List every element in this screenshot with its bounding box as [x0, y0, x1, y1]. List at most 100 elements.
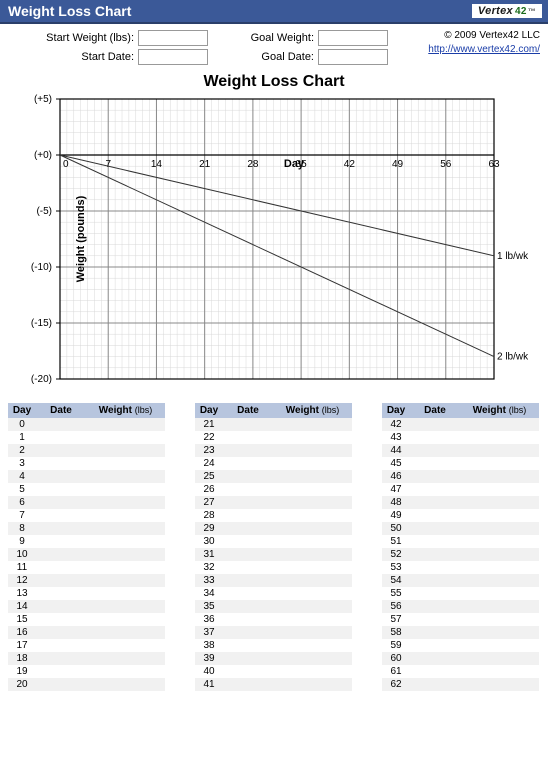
cell-weight[interactable] [460, 600, 539, 613]
cell-date[interactable] [36, 678, 86, 691]
cell-weight[interactable] [460, 548, 539, 561]
cell-date[interactable] [36, 522, 86, 535]
cell-weight[interactable] [460, 561, 539, 574]
cell-date[interactable] [223, 418, 273, 431]
cell-weight[interactable] [86, 639, 165, 652]
cell-date[interactable] [410, 457, 460, 470]
cell-date[interactable] [36, 548, 86, 561]
cell-weight[interactable] [86, 678, 165, 691]
cell-weight[interactable] [86, 522, 165, 535]
cell-weight[interactable] [86, 652, 165, 665]
cell-date[interactable] [410, 587, 460, 600]
cell-date[interactable] [410, 626, 460, 639]
cell-weight[interactable] [273, 600, 352, 613]
cell-date[interactable] [36, 639, 86, 652]
cell-weight[interactable] [460, 665, 539, 678]
cell-weight[interactable] [273, 457, 352, 470]
cell-weight[interactable] [86, 613, 165, 626]
cell-date[interactable] [36, 600, 86, 613]
cell-date[interactable] [36, 561, 86, 574]
cell-date[interactable] [36, 574, 86, 587]
cell-weight[interactable] [273, 587, 352, 600]
cell-date[interactable] [223, 548, 273, 561]
cell-weight[interactable] [273, 509, 352, 522]
cell-date[interactable] [410, 613, 460, 626]
cell-date[interactable] [223, 431, 273, 444]
cell-weight[interactable] [460, 444, 539, 457]
cell-date[interactable] [410, 496, 460, 509]
cell-weight[interactable] [273, 535, 352, 548]
cell-date[interactable] [36, 665, 86, 678]
cell-date[interactable] [410, 431, 460, 444]
cell-weight[interactable] [460, 574, 539, 587]
cell-weight[interactable] [86, 470, 165, 483]
cell-date[interactable] [223, 496, 273, 509]
cell-weight[interactable] [86, 548, 165, 561]
cell-weight[interactable] [273, 639, 352, 652]
cell-date[interactable] [410, 665, 460, 678]
cell-date[interactable] [36, 483, 86, 496]
cell-date[interactable] [223, 613, 273, 626]
cell-weight[interactable] [86, 665, 165, 678]
cell-weight[interactable] [273, 444, 352, 457]
cell-weight[interactable] [86, 600, 165, 613]
cell-date[interactable] [36, 509, 86, 522]
cell-weight[interactable] [460, 587, 539, 600]
cell-weight[interactable] [460, 509, 539, 522]
cell-weight[interactable] [460, 457, 539, 470]
cell-date[interactable] [410, 652, 460, 665]
cell-date[interactable] [36, 431, 86, 444]
cell-weight[interactable] [86, 418, 165, 431]
cell-weight[interactable] [273, 548, 352, 561]
cell-date[interactable] [223, 444, 273, 457]
cell-date[interactable] [410, 561, 460, 574]
cell-date[interactable] [410, 548, 460, 561]
cell-date[interactable] [223, 470, 273, 483]
cell-weight[interactable] [86, 496, 165, 509]
cell-weight[interactable] [460, 470, 539, 483]
cell-weight[interactable] [460, 678, 539, 691]
cell-date[interactable] [223, 652, 273, 665]
cell-date[interactable] [223, 457, 273, 470]
cell-date[interactable] [36, 613, 86, 626]
cell-date[interactable] [223, 561, 273, 574]
cell-weight[interactable] [86, 431, 165, 444]
cell-weight[interactable] [460, 418, 539, 431]
cell-date[interactable] [223, 665, 273, 678]
cell-weight[interactable] [460, 496, 539, 509]
cell-date[interactable] [36, 496, 86, 509]
cell-date[interactable] [410, 444, 460, 457]
goal-date-input[interactable] [318, 49, 388, 65]
cell-weight[interactable] [460, 652, 539, 665]
cell-weight[interactable] [273, 574, 352, 587]
cell-weight[interactable] [86, 509, 165, 522]
start-weight-input[interactable] [138, 30, 208, 46]
cell-weight[interactable] [273, 665, 352, 678]
cell-weight[interactable] [273, 496, 352, 509]
start-date-input[interactable] [138, 49, 208, 65]
cell-date[interactable] [410, 418, 460, 431]
cell-weight[interactable] [273, 522, 352, 535]
cell-date[interactable] [223, 535, 273, 548]
cell-date[interactable] [223, 678, 273, 691]
cell-date[interactable] [223, 600, 273, 613]
cell-date[interactable] [223, 522, 273, 535]
cell-weight[interactable] [460, 483, 539, 496]
cell-date[interactable] [410, 470, 460, 483]
cell-weight[interactable] [86, 535, 165, 548]
cell-date[interactable] [36, 535, 86, 548]
cell-weight[interactable] [273, 652, 352, 665]
cell-date[interactable] [36, 418, 86, 431]
cell-date[interactable] [36, 626, 86, 639]
cell-date[interactable] [410, 509, 460, 522]
cell-weight[interactable] [460, 613, 539, 626]
cell-date[interactable] [223, 509, 273, 522]
cell-date[interactable] [223, 574, 273, 587]
cell-date[interactable] [410, 678, 460, 691]
cell-weight[interactable] [86, 444, 165, 457]
cell-date[interactable] [410, 522, 460, 535]
cell-weight[interactable] [86, 587, 165, 600]
cell-date[interactable] [36, 587, 86, 600]
cell-date[interactable] [223, 639, 273, 652]
cell-weight[interactable] [460, 626, 539, 639]
